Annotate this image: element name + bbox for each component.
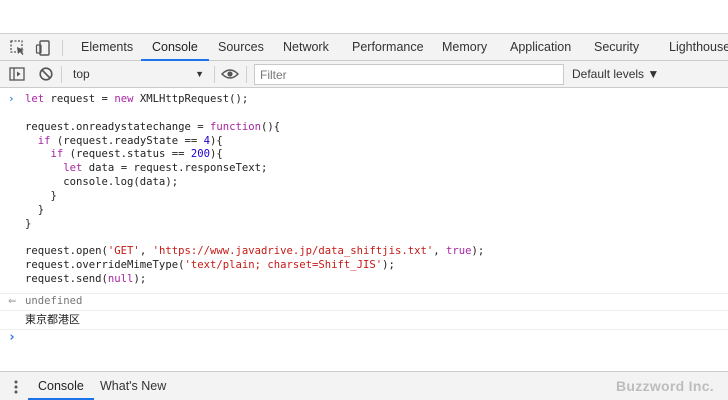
toolbar-separator	[214, 66, 215, 83]
tab-console[interactable]: Console	[141, 34, 209, 61]
console-prompt[interactable]: ›	[0, 331, 728, 347]
tab-lighthouse[interactable]: Lighthouse	[669, 34, 728, 61]
code-line: console.log(data);	[25, 176, 179, 189]
message-divider	[0, 329, 728, 330]
return-arrow-icon: ⇐	[8, 296, 17, 307]
console-return-message: ⇐ undefined	[0, 293, 728, 310]
code-line: if (request.status == 200){	[50, 148, 223, 161]
toolbar-separator	[246, 66, 247, 83]
clear-console-icon[interactable]	[37, 65, 55, 83]
console-log-message: 東京都港区	[0, 310, 728, 329]
log-output: 東京都港区	[25, 313, 80, 326]
toolbar-separator	[61, 66, 62, 83]
code-line: request.send(null);	[25, 273, 147, 286]
console-toolbar: top ▼ Default levels ▼	[0, 61, 728, 88]
toolbar-separator	[62, 40, 63, 56]
context-selector[interactable]: top ▼	[66, 64, 208, 85]
code-line: request.open('GET', 'https://www.javadri…	[25, 245, 485, 258]
code-line: }	[25, 189, 57, 202]
context-value: top	[73, 67, 90, 81]
eye-icon[interactable]	[220, 65, 240, 83]
tab-network[interactable]: Network	[283, 34, 329, 61]
tab-performance[interactable]: Performance	[352, 34, 424, 61]
return-value: undefined	[25, 295, 83, 307]
drawer-tab-console[interactable]: Console	[28, 372, 94, 400]
code-line: request.overrideMimeType('text/plain; ch…	[25, 259, 395, 272]
console-output[interactable]: › let request = new XMLHttpRequest(); req…	[0, 88, 728, 371]
code-line: let request = new XMLHttpRequest();	[25, 93, 249, 105]
code-line: request.onreadystatechange = function(){	[25, 120, 281, 133]
tab-sources[interactable]: Sources	[218, 34, 264, 61]
prompt-chevron-icon: ›	[8, 330, 16, 345]
chevron-right-icon: ›	[8, 92, 15, 105]
devtools-tabbar: Elements Console Sources Network Perform…	[0, 33, 728, 61]
drawer-tab-whats-new[interactable]: What's New	[100, 372, 166, 400]
code-line: if (request.readyState == 4){	[37, 134, 223, 147]
dropdown-arrow-icon: ▼	[195, 69, 204, 79]
more-menu-icon[interactable]	[10, 379, 22, 395]
device-toolbar-icon[interactable]	[34, 38, 54, 58]
show-sidebar-icon[interactable]	[8, 65, 26, 83]
watermark-logo: Buzzword Inc.	[615, 378, 714, 394]
top-blank-area	[0, 0, 728, 33]
log-levels-dropdown[interactable]: Default levels ▼	[572, 64, 659, 85]
tab-memory[interactable]: Memory	[442, 34, 487, 61]
filter-input[interactable]	[254, 64, 564, 85]
code-line: }	[25, 203, 45, 216]
drawer-tabbar: Console What's New Buzzword Inc.	[0, 371, 728, 400]
tab-application[interactable]: Application	[510, 34, 571, 61]
code-line: }	[25, 217, 32, 230]
code-line: let data = request.responseText;	[63, 162, 268, 175]
tab-elements[interactable]: Elements	[81, 34, 133, 61]
inspect-element-icon[interactable]	[8, 38, 28, 58]
tab-security[interactable]: Security	[594, 34, 639, 61]
